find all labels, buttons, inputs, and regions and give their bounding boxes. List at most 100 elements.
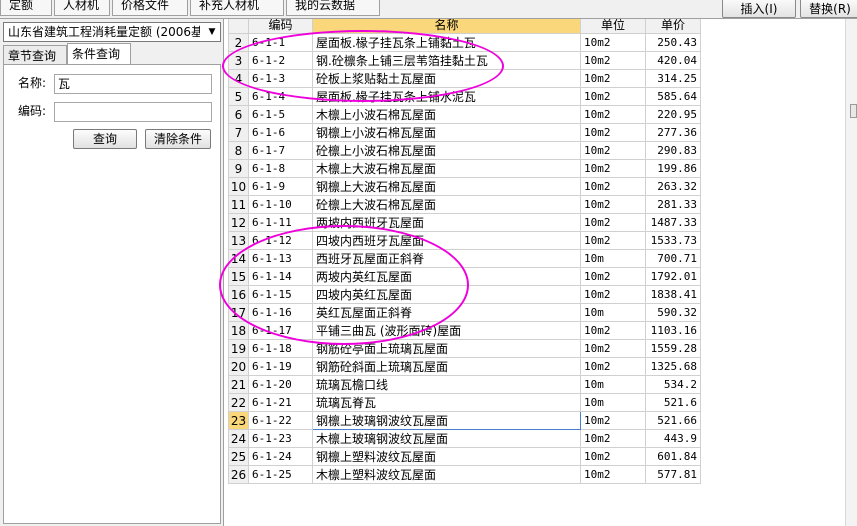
row-number-cell[interactable]: 8	[228, 141, 249, 160]
table-row[interactable]: 4 6-1-3 砼板上浆贴黏土瓦屋面 10m2 314.25	[228, 69, 701, 88]
unit-column-header[interactable]: 单位	[580, 19, 646, 34]
unit-cell[interactable]: 10m2	[580, 285, 646, 304]
price-column-header[interactable]: 单价	[645, 19, 701, 34]
table-row[interactable]: 19 6-1-18 钢筋砼亭面上琉璃瓦屋面 10m2 1559.28	[228, 339, 701, 358]
table-row[interactable]: 20 6-1-19 钢筋砼斜面上琉璃瓦屋面 10m2 1325.68	[228, 357, 701, 376]
row-number-cell[interactable]: 17	[228, 303, 249, 322]
unit-cell[interactable]: 10m2	[580, 195, 646, 214]
price-cell[interactable]: 250.43	[645, 33, 701, 52]
price-cell[interactable]: 443.9	[645, 429, 701, 448]
row-number-cell[interactable]: 25	[228, 447, 249, 466]
code-cell[interactable]: 6-1-15	[248, 285, 313, 304]
code-cell[interactable]: 6-1-23	[248, 429, 313, 448]
table-row[interactable]: 21 6-1-20 琉璃瓦檐口线 10m 534.2	[228, 375, 701, 394]
unit-cell[interactable]: 10m2	[580, 87, 646, 106]
tab-price-file[interactable]: 价格文件	[112, 0, 188, 16]
tab-supplement-materials[interactable]: 补充人材机	[190, 0, 284, 16]
name-column-header[interactable]: 名称	[312, 19, 581, 34]
unit-cell[interactable]: 10m2	[580, 447, 646, 466]
table-row[interactable]: 6 6-1-5 木檩上小波石棉瓦屋面 10m2 220.95	[228, 105, 701, 124]
code-cell[interactable]: 6-1-10	[248, 195, 313, 214]
price-cell[interactable]: 534.2	[645, 375, 701, 394]
table-row[interactable]: 12 6-1-11 两坡内西班牙瓦屋面 10m2 1487.33	[228, 213, 701, 232]
price-cell[interactable]: 1533.73	[645, 231, 701, 250]
unit-cell[interactable]: 10m2	[580, 411, 646, 430]
price-cell[interactable]: 277.36	[645, 123, 701, 142]
code-cell[interactable]: 6-1-9	[248, 177, 313, 196]
unit-cell[interactable]: 10m2	[580, 33, 646, 52]
unit-cell[interactable]: 10m2	[580, 231, 646, 250]
table-row[interactable]: 11 6-1-10 砼檩上大波石棉瓦屋面 10m2 281.33	[228, 195, 701, 214]
table-row[interactable]: 9 6-1-8 木檩上大波石棉瓦屋面 10m2 199.86	[228, 159, 701, 178]
name-cell[interactable]: 钢檩上小波石棉瓦屋面	[312, 123, 581, 142]
row-number-cell[interactable]: 9	[228, 159, 249, 178]
row-number-cell[interactable]: 13	[228, 231, 249, 250]
unit-cell[interactable]: 10m2	[580, 123, 646, 142]
table-row[interactable]: 2 6-1-1 屋面板.椽子挂瓦条上铺黏土瓦 10m2 250.43	[228, 33, 701, 52]
unit-cell[interactable]: 10m2	[580, 357, 646, 376]
row-number-cell[interactable]: 21	[228, 375, 249, 394]
code-cell[interactable]: 6-1-7	[248, 141, 313, 160]
table-row[interactable]: 14 6-1-13 西班牙瓦屋面正斜脊 10m 700.71	[228, 249, 701, 268]
unit-cell[interactable]: 10m2	[580, 429, 646, 448]
row-number-cell[interactable]: 4	[228, 69, 249, 88]
unit-cell[interactable]: 10m2	[580, 267, 646, 286]
quota-library-select[interactable]: 山东省建筑工程消耗量定额 (2006基价) ▼	[3, 22, 221, 42]
table-row[interactable]: 7 6-1-6 钢檩上小波石棉瓦屋面 10m2 277.36	[228, 123, 701, 142]
name-cell[interactable]: 钢檩上玻璃钢波纹瓦屋面	[312, 411, 581, 430]
price-cell[interactable]: 290.83	[645, 141, 701, 160]
unit-cell[interactable]: 10m2	[580, 105, 646, 124]
name-cell[interactable]: 木檩上塑料波纹瓦屋面	[312, 465, 581, 484]
name-cell[interactable]: 钢筋砼亭面上琉璃瓦屋面	[312, 339, 581, 358]
name-cell[interactable]: 英红瓦屋面正斜脊	[312, 303, 581, 322]
code-cell[interactable]: 6-1-4	[248, 87, 313, 106]
table-row[interactable]: 13 6-1-12 四坡内西班牙瓦屋面 10m2 1533.73	[228, 231, 701, 250]
unit-cell[interactable]: 10m	[580, 303, 646, 322]
row-number-cell[interactable]: 18	[228, 321, 249, 340]
vertical-scrollbar[interactable]	[845, 19, 857, 526]
code-cell[interactable]: 6-1-18	[248, 339, 313, 358]
price-cell[interactable]: 220.95	[645, 105, 701, 124]
price-cell[interactable]: 1487.33	[645, 213, 701, 232]
name-cell[interactable]: 砼檩上大波石棉瓦屋面	[312, 195, 581, 214]
name-cell[interactable]: 钢.砼檩条上铺三层苇箔挂黏土瓦	[312, 51, 581, 70]
table-row[interactable]: 10 6-1-9 钢檩上大波石棉瓦屋面 10m2 263.32	[228, 177, 701, 196]
code-cell[interactable]: 6-1-24	[248, 447, 313, 466]
table-row[interactable]: 24 6-1-23 木檩上玻璃钢波纹瓦屋面 10m2 443.9	[228, 429, 701, 448]
name-cell[interactable]: 两坡内英红瓦屋面	[312, 267, 581, 286]
unit-cell[interactable]: 10m	[580, 249, 646, 268]
row-number-cell[interactable]: 20	[228, 357, 249, 376]
name-cell[interactable]: 四坡内英红瓦屋面	[312, 285, 581, 304]
name-cell[interactable]: 两坡内西班牙瓦屋面	[312, 213, 581, 232]
table-row[interactable]: 8 6-1-7 砼檩上小波石棉瓦屋面 10m2 290.83	[228, 141, 701, 160]
name-cell[interactable]: 砼檩上小波石棉瓦屋面	[312, 141, 581, 160]
unit-cell[interactable]: 10m2	[580, 69, 646, 88]
code-cell[interactable]: 6-1-12	[248, 231, 313, 250]
code-cell[interactable]: 6-1-1	[248, 33, 313, 52]
tab-chapter-query[interactable]: 章节查询	[3, 45, 67, 65]
unit-cell[interactable]: 10m2	[580, 465, 646, 484]
code-cell[interactable]: 6-1-22	[248, 411, 313, 430]
unit-cell[interactable]: 10m2	[580, 159, 646, 178]
name-cell[interactable]: 屋面板.椽子挂瓦条上铺黏土瓦	[312, 33, 581, 52]
unit-cell[interactable]: 10m	[580, 393, 646, 412]
table-row[interactable]: 22 6-1-21 琉璃瓦脊瓦 10m 521.6	[228, 393, 701, 412]
row-number-cell[interactable]: 14	[228, 249, 249, 268]
row-number-cell[interactable]: 6	[228, 105, 249, 124]
table-row[interactable]: 23 6-1-22 钢檩上玻璃钢波纹瓦屋面 10m2 521.66	[228, 411, 701, 430]
code-cell[interactable]: 6-1-21	[248, 393, 313, 412]
unit-cell[interactable]: 10m2	[580, 321, 646, 340]
price-cell[interactable]: 590.32	[645, 303, 701, 322]
price-cell[interactable]: 601.84	[645, 447, 701, 466]
unit-cell[interactable]: 10m2	[580, 141, 646, 160]
query-button[interactable]: 查询	[73, 129, 137, 149]
insert-button[interactable]: 插入(I)	[722, 0, 796, 18]
price-cell[interactable]: 700.71	[645, 249, 701, 268]
row-number-cell[interactable]: 3	[228, 51, 249, 70]
name-cell[interactable]: 钢檩上大波石棉瓦屋面	[312, 177, 581, 196]
name-cell[interactable]: 西班牙瓦屋面正斜脊	[312, 249, 581, 268]
name-cell[interactable]: 木檩上大波石棉瓦屋面	[312, 159, 581, 178]
price-cell[interactable]: 1792.01	[645, 267, 701, 286]
tab-condition-query[interactable]: 条件查询	[67, 43, 131, 65]
name-cell[interactable]: 屋面板.椽子挂瓦条上铺水泥瓦	[312, 87, 581, 106]
